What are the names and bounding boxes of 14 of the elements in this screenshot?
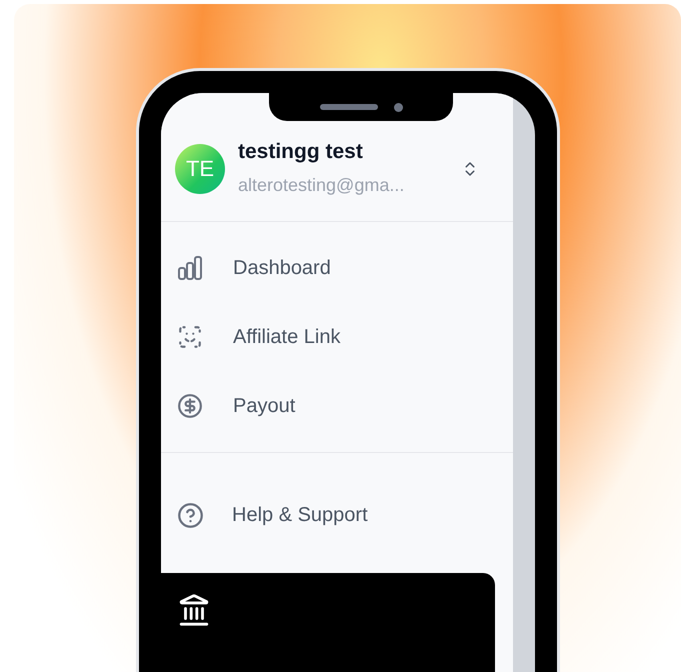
help-icon [177, 502, 204, 528]
nav-item[interactable]: Dashboard [161, 248, 513, 288]
bank-icon [177, 593, 211, 627]
speaker-icon [320, 104, 378, 110]
dollar-icon [177, 393, 203, 419]
nav-item[interactable]: Affiliate Link [161, 317, 513, 357]
user-email: alterotesting@gma... [238, 174, 404, 197]
nav-item[interactable]: Payout [161, 386, 513, 426]
camera-icon [394, 102, 402, 112]
scan-icon [177, 324, 203, 350]
nav-item[interactable]: Help & Support [161, 495, 513, 535]
user-avatar: TE [175, 144, 225, 194]
bar-chart-icon [177, 255, 203, 281]
user-name: testingg test [238, 139, 364, 165]
